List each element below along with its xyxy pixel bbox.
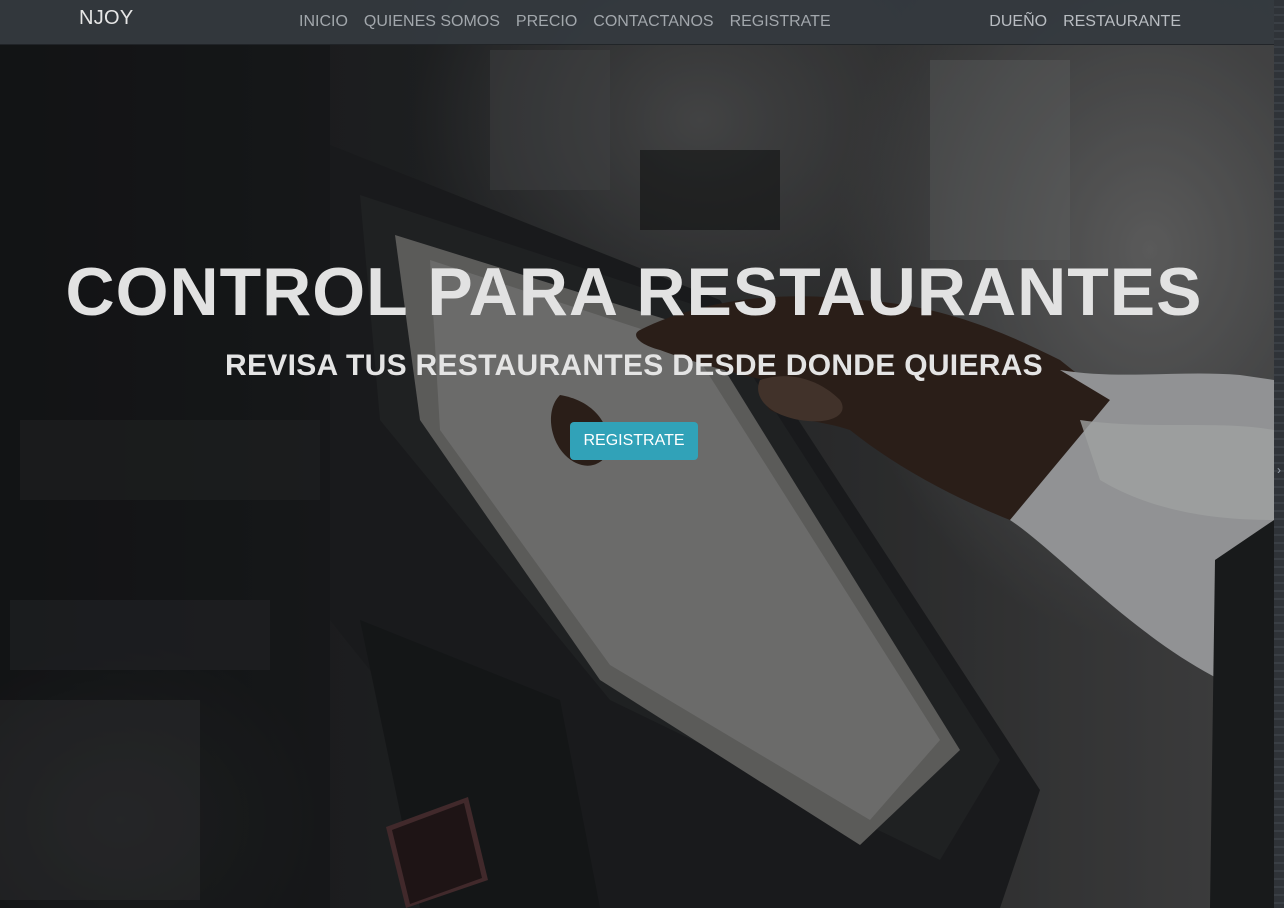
register-button[interactable]: REGISTRATE (570, 422, 698, 460)
nav-link-dueno[interactable]: DUEÑO (981, 6, 1055, 38)
nav-link-registrate[interactable]: REGISTRATE (722, 6, 839, 38)
scrollbar[interactable] (1274, 0, 1284, 908)
nav-link-quienes-somos[interactable]: QUIENES SOMOS (356, 6, 508, 38)
chevron-right-icon[interactable]: › (1274, 462, 1284, 478)
page: › NJOY INICIO QUIENES SOMOS PRECIO CONTA… (0, 0, 1284, 908)
brand-logo[interactable]: NJOY (79, 7, 134, 30)
nav-link-precio[interactable]: PRECIO (508, 6, 585, 38)
nav-login-links: DUEÑO RESTAURANTE (981, 0, 1189, 44)
navbar: NJOY INICIO QUIENES SOMOS PRECIO CONTACT… (0, 0, 1274, 45)
hero-title: CONTROL PARA RESTAURANTES (65, 254, 1203, 330)
nav-link-contactanos[interactable]: CONTACTANOS (585, 6, 721, 38)
nav-link-inicio[interactable]: INICIO (291, 6, 356, 38)
nav-link-restaurante[interactable]: RESTAURANTE (1055, 6, 1189, 38)
nav-main-links: INICIO QUIENES SOMOS PRECIO CONTACTANOS … (291, 0, 839, 44)
hero-subtitle: REVISA TUS RESTAURANTES DESDE DONDE QUIE… (225, 349, 1043, 382)
